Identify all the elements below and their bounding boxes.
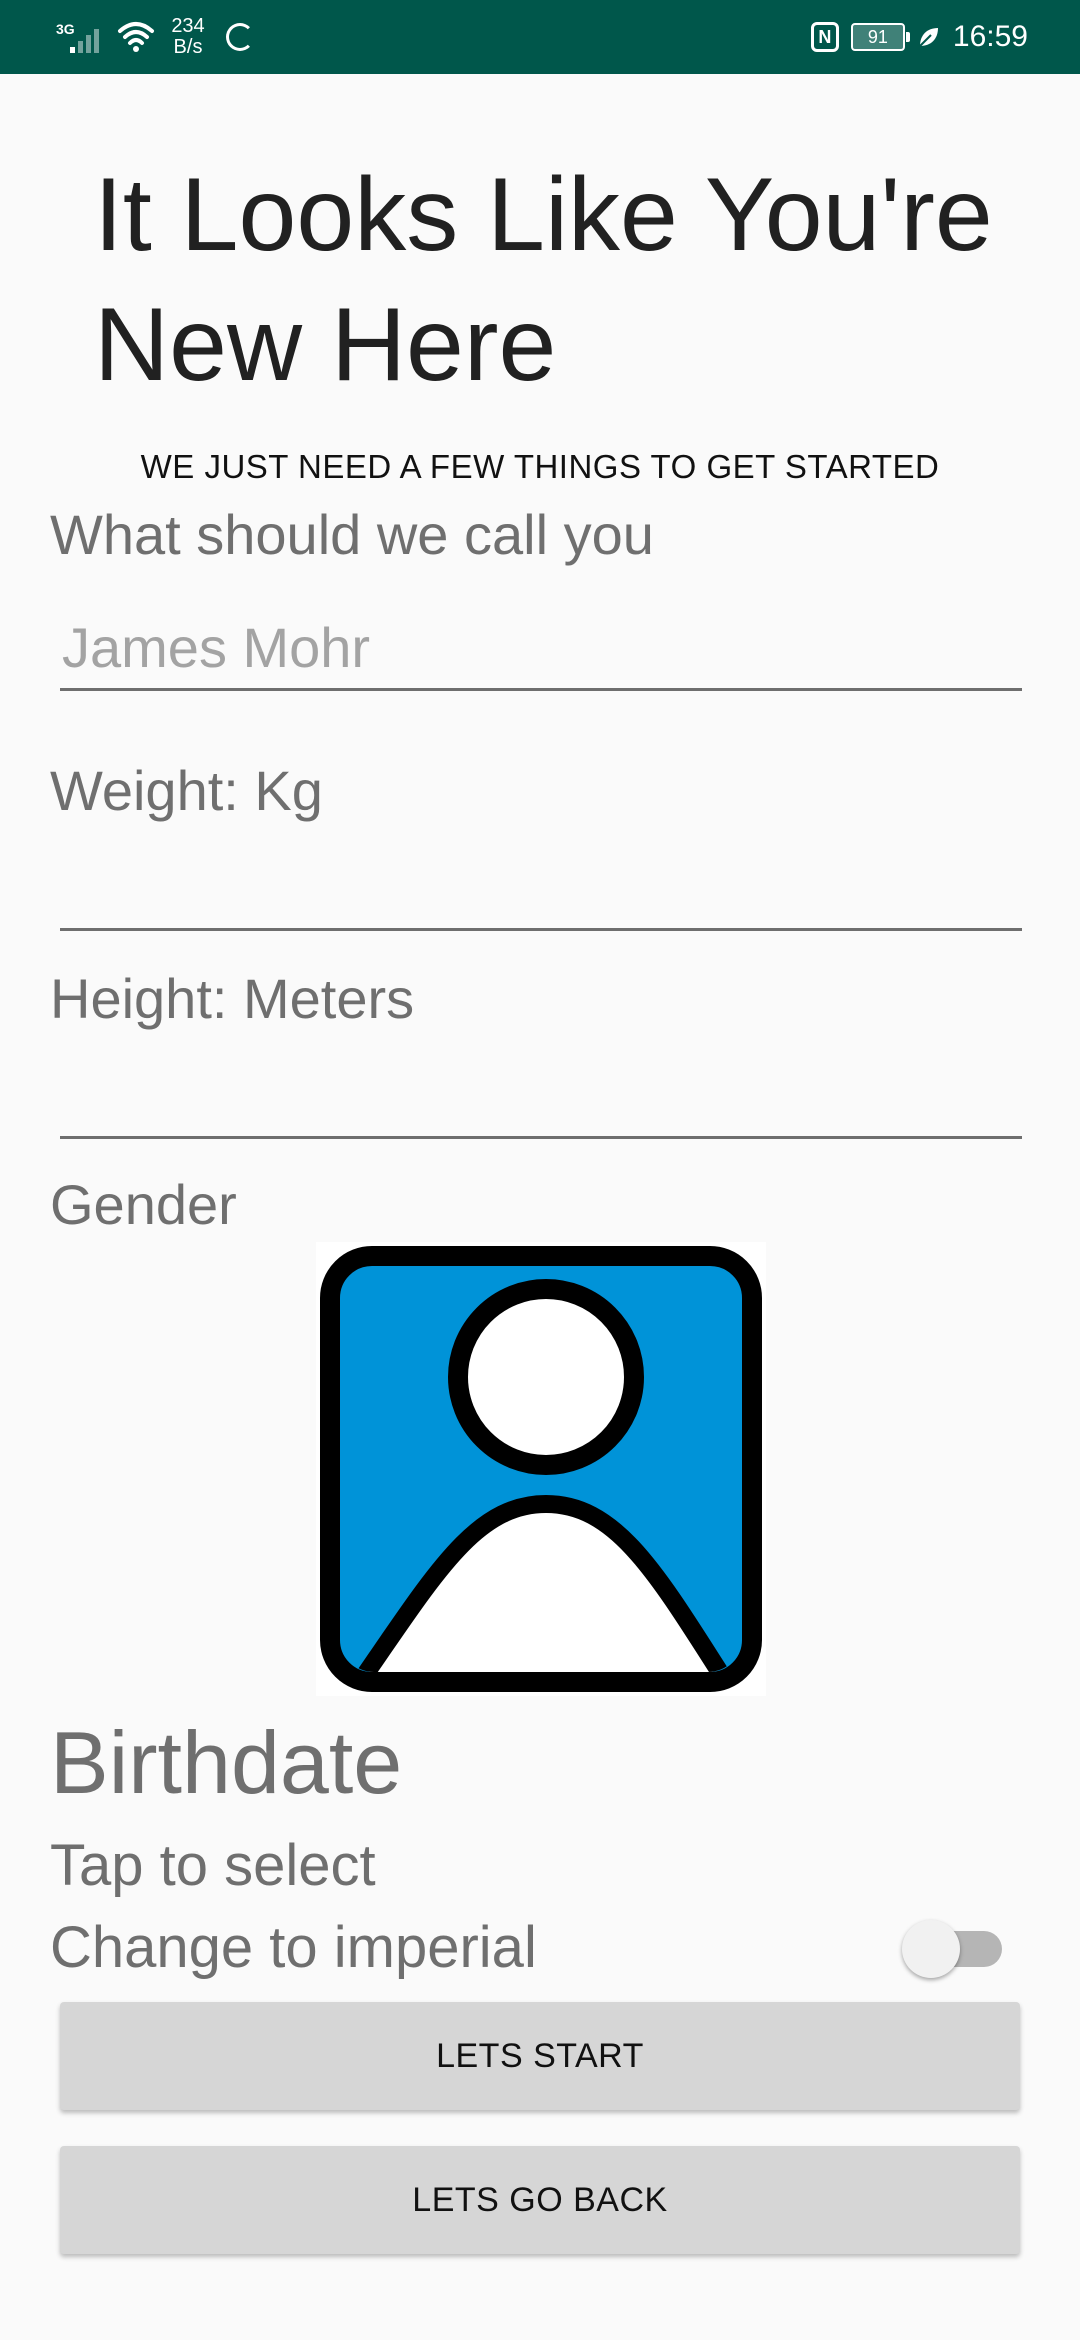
height-input[interactable] — [60, 1054, 1022, 1139]
power-saving-leaf-icon — [919, 28, 938, 47]
imperial-toggle[interactable] — [902, 1914, 1004, 1978]
screen: 3G 234 B/s N 91 16:59 It Looks Like You'… — [0, 0, 1080, 2340]
page-subtitle: WE JUST NEED A FEW THINGS TO GET STARTED — [140, 448, 940, 485]
lets-start-button[interactable]: LETS START — [60, 2002, 1020, 2110]
birthdate-label: Birthdate — [50, 1713, 403, 1812]
sync-icon — [226, 23, 254, 51]
weight-label: Weight: Kg — [50, 759, 323, 822]
height-label: Height: Meters — [50, 967, 415, 1030]
name-label: What should we call you — [50, 503, 654, 566]
gender-label: Gender — [50, 1173, 237, 1236]
toggle-thumb — [902, 1920, 960, 1978]
wifi-icon — [118, 22, 154, 52]
status-left: 3G 234 B/s — [56, 12, 254, 62]
cellular-signal-icon: 3G — [56, 17, 106, 57]
person-icon — [320, 1246, 762, 1692]
name-input[interactable] — [60, 606, 1022, 691]
clock: 16:59 — [952, 20, 1028, 53]
network-speed: 234 B/s — [166, 16, 210, 58]
weight-input[interactable] — [60, 846, 1022, 931]
battery-icon: 91 — [850, 23, 910, 51]
network-speed-value: 234 — [171, 15, 205, 37]
lets-go-back-button[interactable]: LETS GO BACK — [60, 2146, 1020, 2254]
gender-avatar-button[interactable] — [316, 1242, 766, 1696]
page-title: It Looks Like You're New Here — [94, 157, 993, 403]
status-right: N 91 16:59 — [810, 12, 1028, 62]
status-bar: 3G 234 B/s N 91 16:59 — [0, 0, 1080, 74]
network-speed-unit: B/s — [173, 36, 203, 58]
nfc-icon: N — [810, 22, 839, 52]
imperial-toggle-label: Change to imperial — [50, 1915, 537, 1980]
birthdate-picker[interactable]: Tap to select — [50, 1832, 376, 1899]
